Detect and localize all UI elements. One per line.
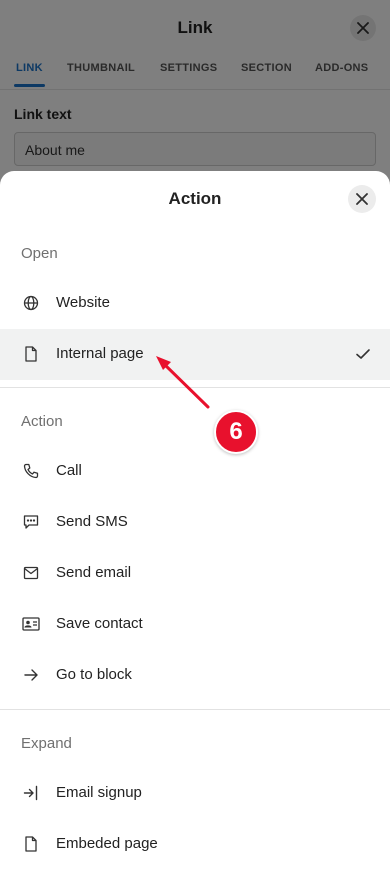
annotation-arrow-icon [156, 356, 210, 409]
divider [0, 709, 390, 710]
globe-icon [22, 294, 40, 312]
action-item-send-sms[interactable]: Send SMS [0, 497, 390, 548]
action-item-label: Email signup [56, 784, 142, 801]
document-icon [22, 835, 40, 853]
action-item-label: Go to block [56, 666, 132, 683]
action-item-embeded-page[interactable]: Embeded page [0, 819, 390, 870]
action-sheet: Action Open Website Internal page Action… [0, 171, 390, 870]
section-label-expand: Expand [21, 735, 72, 752]
action-item-label: Embeded page [56, 835, 158, 852]
action-sheet-title: Action [168, 189, 222, 208]
action-item-label: Save contact [56, 615, 143, 632]
action-item-label: Internal page [56, 345, 144, 362]
sign-in-icon [22, 784, 40, 802]
action-item-send-email[interactable]: Send email [0, 548, 390, 599]
contact-card-icon [22, 615, 40, 633]
close-icon [356, 193, 368, 205]
action-item-label: Send SMS [56, 513, 128, 530]
action-item-label: Website [56, 294, 110, 311]
action-item-save-contact[interactable]: Save contact [0, 599, 390, 650]
action-item-label: Call [56, 462, 82, 479]
checkmark-icon [356, 349, 370, 359]
action-item-label: Send email [56, 564, 132, 581]
chat-icon [22, 513, 40, 531]
arrow-right-icon [22, 666, 40, 684]
step-number-badge: 6 [214, 410, 258, 454]
document-icon [22, 345, 40, 363]
action-item-email-signup[interactable]: Email signup [0, 768, 390, 819]
action-item-website[interactable]: Website [0, 278, 390, 329]
mail-icon [22, 564, 40, 582]
section-label-open: Open [21, 245, 58, 262]
phone-icon [22, 462, 40, 480]
action-item-call[interactable]: Call [0, 446, 390, 497]
section-label-action: Action [21, 413, 63, 430]
action-item-go-to-block[interactable]: Go to block [0, 650, 390, 701]
action-sheet-close-button[interactable] [348, 185, 376, 213]
